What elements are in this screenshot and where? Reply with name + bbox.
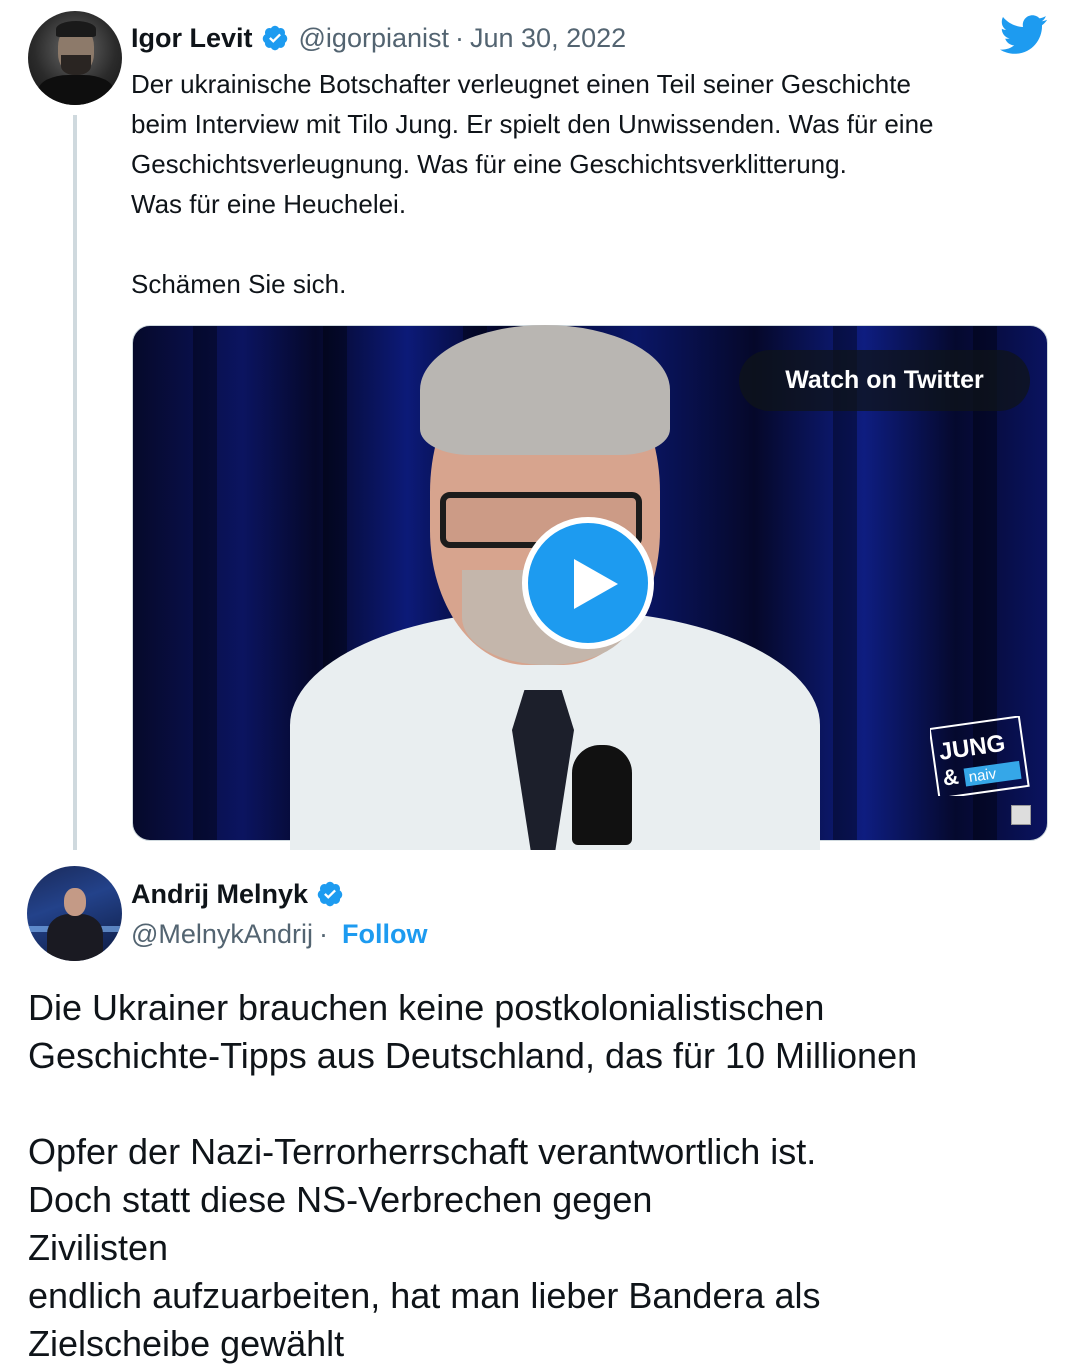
tweet-text-line [131,224,1061,264]
author-handle[interactable]: @igorpianist [299,23,449,54]
tweet-text-line: Geschichtsverleugnung. Was für eine Gesc… [131,149,847,179]
quoted-tweet: Igor Levit @igorpianist · Jun 30, 2022 D… [0,0,1083,860]
ukraine-flag-emoji [662,1185,708,1215]
follow-button[interactable]: Follow [342,919,427,950]
tweet-text-line: endlich aufzuarbeiten, hat man lieber Ba… [28,1275,821,1316]
twitter-bird-icon[interactable] [1000,15,1048,55]
tweet-text-line: Zielscheibe gewählt [28,1323,345,1364]
small-logo-icon [1011,805,1031,825]
tweet-text-line: Schämen Sie sich. [131,269,347,299]
tweet-text-segment: Zivilisten [28,1227,169,1268]
logo-text-and: & [941,764,960,791]
verified-badge-icon [262,25,287,51]
author-name[interactable]: Andrij Melnyk [131,879,308,910]
tweet-text-line: Was für eine Heuchelei. [131,189,407,219]
tweet-text-line: Der ukrainische Botschafter verleugnet e… [131,69,911,99]
author-handle-row: @MelnykAndrij · Follow [131,914,427,954]
tweet-body: Die Ukrainer brauchen keine postkolonial… [28,984,1068,1368]
tweet-text-line: Doch statt diese NS-Verbrechen gegen [28,1176,1068,1224]
ukraine-flag-emoji [28,1089,74,1119]
tweet-text-line: Die Ukrainer brauchen keine postkolonial… [28,987,825,1028]
author-handle[interactable]: @MelnykAndrij [131,919,313,950]
thread-line [73,115,77,850]
tweet-text-line: beim Interview mit Tilo Jung. Er spielt … [131,109,934,139]
jung-naiv-logo: JUNG & naiv [930,716,1030,796]
verified-badge-icon [317,881,343,907]
author-name-row: Andrij Melnyk [131,874,354,914]
tweet-text-line [28,1080,1068,1128]
separator-dot: · [455,22,464,53]
video-frame-hair [420,325,670,455]
tweet-date[interactable]: Jun 30, 2022 [470,23,626,54]
play-icon [574,559,618,609]
logo-text-jung: JUNG [937,730,1007,766]
avatar-igor-levit[interactable] [28,11,122,105]
avatar-andrij-melnyk[interactable] [27,866,122,961]
tweet-text-segment: Opfer der Nazi-Terrorherrschaft verantwo… [28,1131,817,1172]
logo-text-naiv: naiv [968,765,998,786]
separator-dot: · [318,918,328,949]
tweet-text-line: Geschichte-Tipps aus Deutschland, das fü… [28,1035,918,1076]
tweet-body: Der ukrainische Botschafter verleugnet e… [131,64,1061,304]
watch-on-twitter-button[interactable]: Watch on Twitter [739,350,1030,411]
tweet-text-segment: Doch statt diese NS-Verbrechen gegen [28,1179,663,1220]
video-frame-microphone [572,745,632,845]
tweet-header: Igor Levit @igorpianist · Jun 30, 2022 [131,18,626,58]
author-name[interactable]: Igor Levit [131,23,253,54]
play-button[interactable] [522,517,654,649]
